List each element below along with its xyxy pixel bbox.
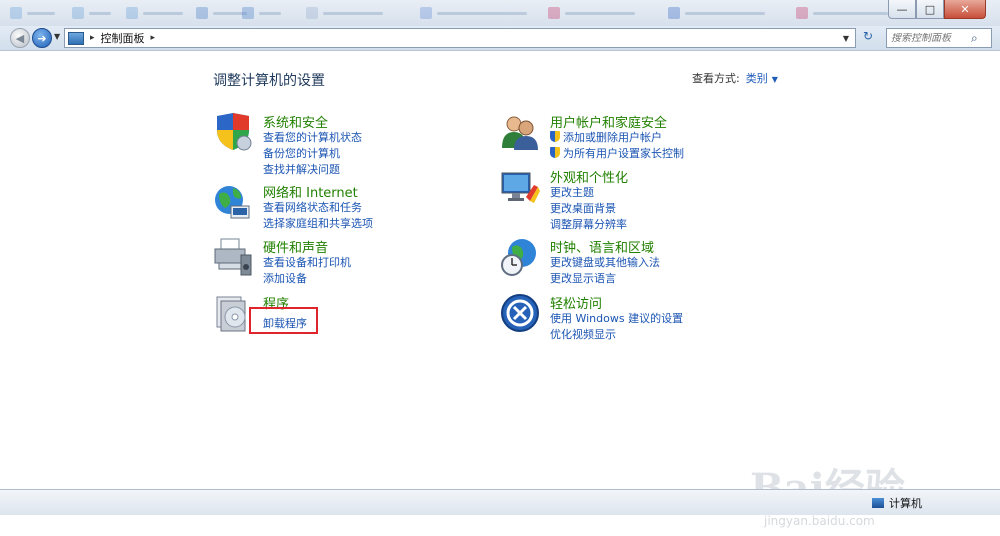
view-by: 查看方式: 类别 ▼ bbox=[692, 70, 778, 86]
link-parental-controls[interactable]: 为所有用户设置家长控制 bbox=[550, 145, 684, 161]
link-change-theme[interactable]: 更改主题 bbox=[550, 184, 594, 200]
shield-check-icon[interactable] bbox=[213, 112, 253, 152]
link-homegroup-sharing[interactable]: 选择家庭组和共享选项 bbox=[263, 215, 373, 231]
link-backup-computer[interactable]: 备份您的计算机 bbox=[263, 145, 340, 161]
window-controls: — □ ✕ bbox=[888, 0, 986, 19]
navigation-bar: ◀ ➜ ▼ ▸ 控制面板 ▸ ▼ ↻ ⌕ bbox=[0, 26, 1000, 51]
uac-shield-icon bbox=[550, 147, 560, 158]
back-button[interactable]: ◀ bbox=[10, 28, 30, 48]
link-add-remove-users[interactable]: 添加或删除用户帐户 bbox=[550, 129, 662, 145]
address-bar[interactable]: ▸ 控制面板 ▸ ▼ bbox=[64, 28, 856, 48]
recent-pages-dropdown[interactable]: ▼ bbox=[54, 32, 60, 41]
taskbar-item[interactable] bbox=[242, 5, 281, 21]
status-computer: 计算机 bbox=[872, 495, 922, 511]
link-check-computer-status[interactable]: 查看您的计算机状态 bbox=[263, 129, 362, 145]
status-computer-label: 计算机 bbox=[889, 497, 922, 510]
breadcrumb-separator[interactable]: ▸ bbox=[90, 33, 95, 43]
view-by-dropdown[interactable]: 类别 bbox=[746, 72, 768, 85]
address-dropdown-icon[interactable]: ▼ bbox=[843, 34, 849, 43]
taskbar-item[interactable] bbox=[548, 5, 635, 21]
breadcrumb-separator[interactable]: ▸ bbox=[151, 33, 156, 43]
taskbar-item[interactable] bbox=[126, 5, 183, 21]
monitor-paint-icon[interactable] bbox=[500, 167, 540, 207]
link-display-language[interactable]: 更改显示语言 bbox=[550, 270, 616, 286]
highlight-box bbox=[249, 307, 318, 334]
taskbar-item[interactable] bbox=[196, 5, 247, 21]
link-windows-recommended-settings[interactable]: 使用 Windows 建议的设置 bbox=[550, 310, 683, 326]
link-change-keyboard[interactable]: 更改键盘或其他输入法 bbox=[550, 254, 660, 270]
search-icon[interactable]: ⌕ bbox=[971, 31, 978, 46]
status-bar: 计算机 bbox=[0, 489, 1000, 515]
link-change-background[interactable]: 更改桌面背景 bbox=[550, 200, 616, 216]
network-globe-icon[interactable] bbox=[213, 182, 253, 222]
computer-icon bbox=[872, 498, 884, 508]
control-panel-icon bbox=[68, 31, 84, 45]
link-network-status[interactable]: 查看网络状态和任务 bbox=[263, 199, 362, 215]
forward-button[interactable]: ➜ bbox=[32, 28, 52, 48]
taskbar-item[interactable] bbox=[72, 5, 111, 21]
ease-of-access-icon[interactable] bbox=[500, 293, 540, 333]
refresh-icon[interactable]: ↻ bbox=[860, 29, 876, 45]
link-screen-resolution[interactable]: 调整屏幕分辨率 bbox=[550, 216, 627, 232]
chevron-down-icon[interactable]: ▼ bbox=[772, 75, 778, 84]
watermark-url: jingyan.baidu.com bbox=[764, 514, 875, 528]
maximize-button[interactable]: □ bbox=[916, 0, 944, 19]
taskbar-item[interactable] bbox=[420, 5, 527, 21]
link-label[interactable]: 为所有用户设置家长控制 bbox=[563, 147, 684, 160]
link-label[interactable]: 添加或删除用户帐户 bbox=[563, 131, 662, 144]
taskbar: — □ ✕ bbox=[0, 0, 1000, 26]
programs-disc-icon[interactable] bbox=[213, 293, 253, 333]
view-by-label: 查看方式: bbox=[692, 72, 740, 85]
content-area: 调整计算机的设置 查看方式: 类别 ▼ 系统和安全 查看您的计算机状态 备份您的计算… bbox=[0, 51, 1000, 528]
page-title: 调整计算机的设置 bbox=[213, 73, 325, 89]
close-button[interactable]: ✕ bbox=[944, 0, 986, 19]
uac-shield-icon bbox=[550, 131, 560, 142]
taskbar-item[interactable] bbox=[306, 5, 383, 21]
taskbar-item[interactable] bbox=[668, 5, 765, 21]
link-find-fix-problems[interactable]: 查找并解决问题 bbox=[263, 161, 340, 177]
minimize-button[interactable]: — bbox=[888, 0, 916, 19]
clock-globe-icon[interactable] bbox=[500, 237, 540, 277]
users-icon[interactable] bbox=[500, 112, 540, 152]
search-box: ⌕ bbox=[886, 28, 992, 48]
taskbar-item[interactable] bbox=[796, 5, 888, 21]
breadcrumb-control-panel[interactable]: 控制面板 bbox=[101, 30, 145, 46]
link-devices-printers[interactable]: 查看设备和打印机 bbox=[263, 254, 351, 270]
printer-speaker-icon[interactable] bbox=[213, 237, 253, 277]
link-optimize-display[interactable]: 优化视频显示 bbox=[550, 326, 616, 342]
taskbar-item[interactable] bbox=[10, 5, 55, 21]
search-input[interactable] bbox=[887, 32, 971, 44]
link-add-device[interactable]: 添加设备 bbox=[263, 270, 307, 286]
